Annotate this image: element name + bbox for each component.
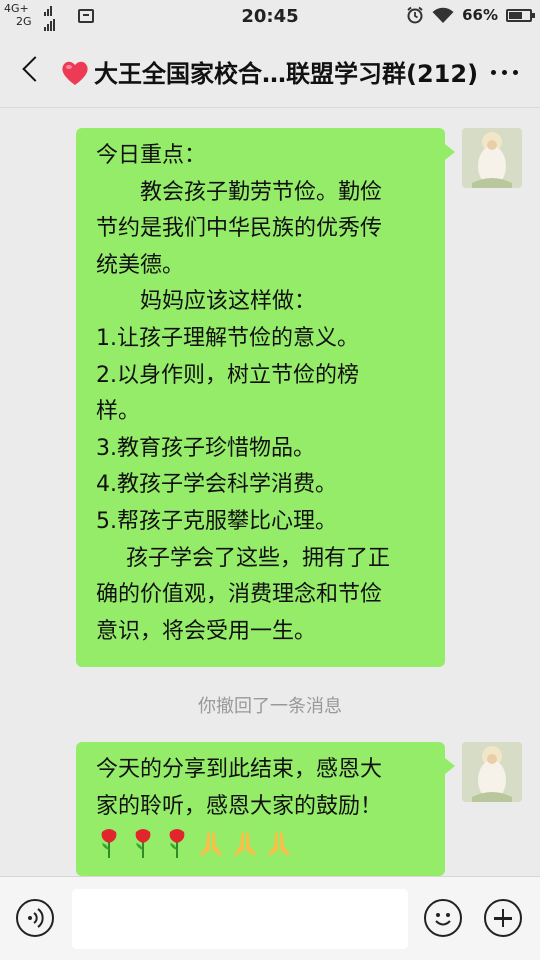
- message-input[interactable]: [72, 889, 408, 949]
- status-bar: 4G+ 2G 20:45 66%: [0, 0, 540, 34]
- rose-emoji: [169, 829, 185, 859]
- chat-title: 大王全国家校合…联盟学习群(212): [94, 60, 479, 88]
- message-bubble[interactable]: 今天的分享到此结束，感恩大 家的聆听，感恩大家的鼓励！: [76, 742, 455, 876]
- message-line: 今天的分享到此结束，感恩大: [96, 757, 383, 782]
- status-right-group: 66%: [406, 6, 535, 24]
- message-list[interactable]: 今日重点： 教会孩子勤劳节俭。勤俭 节约是我们中华民族的优秀传 统美德。 妈妈应…: [0, 108, 540, 876]
- message-line: 1.让孩子理解节俭的意义。: [96, 325, 359, 351]
- back-button[interactable]: [12, 48, 52, 92]
- emoji-button[interactable]: [424, 899, 462, 937]
- pray-emoji: [234, 831, 256, 857]
- more-dots-icon: [490, 69, 496, 75]
- message-line: 确的价值观，消费理念和节俭: [96, 582, 383, 608]
- battery-percent: 66%: [462, 6, 498, 24]
- alarm-icon: [407, 6, 423, 24]
- pray-emoji: [268, 831, 290, 857]
- message-line: 家的聆听，感恩大家的鼓励！: [96, 793, 383, 819]
- message-line: 孩子学会了这些，拥有了正: [126, 545, 391, 571]
- rose-emoji: [101, 829, 117, 859]
- message-line: 今日重点：: [96, 143, 207, 168]
- avatar-image: [462, 742, 522, 802]
- message-line: 3.教育孩子珍惜物品。: [96, 435, 315, 461]
- plus-button[interactable]: [484, 899, 522, 937]
- message-bubble[interactable]: 今日重点： 教会孩子勤劳节俭。勤俭 节约是我们中华民族的优秀传 统美德。 妈妈应…: [76, 128, 455, 667]
- recall-notice: 你撤回了一条消息: [198, 696, 342, 717]
- message-line: 意识，将会受用一生。: [96, 618, 317, 644]
- battery-charging-icon: [506, 8, 535, 22]
- avatar[interactable]: [462, 742, 522, 802]
- heart-icon: [62, 61, 88, 85]
- message-line: 节约是我们中华民族的优秀传: [96, 216, 383, 242]
- chat-header: 大王全国家校合…联盟学习群(212): [0, 34, 540, 108]
- message-line: 4.教孩子学会科学消费。: [96, 472, 337, 498]
- message-line: 样。: [96, 399, 141, 425]
- voice-icon: [28, 908, 44, 928]
- pray-emoji: [200, 831, 222, 857]
- input-bar: [0, 876, 540, 960]
- message-line: 2.以身作则，树立节俭的榜: [96, 362, 359, 388]
- message-line: 统美德。: [96, 252, 185, 278]
- more-button[interactable]: [486, 62, 522, 82]
- emoji-row: [96, 825, 431, 861]
- voice-button[interactable]: [16, 899, 54, 937]
- message-line: 教会孩子勤劳节俭。勤俭: [140, 179, 383, 205]
- wifi-icon: [432, 7, 454, 23]
- message-line: 5.帮孩子克服攀比心理。: [96, 508, 337, 534]
- message-line: 妈妈应该这样做：: [140, 289, 317, 315]
- avatar-image: [462, 128, 522, 188]
- smiley-icon: [435, 913, 451, 926]
- avatar[interactable]: [462, 128, 522, 188]
- rose-emoji: [135, 829, 151, 859]
